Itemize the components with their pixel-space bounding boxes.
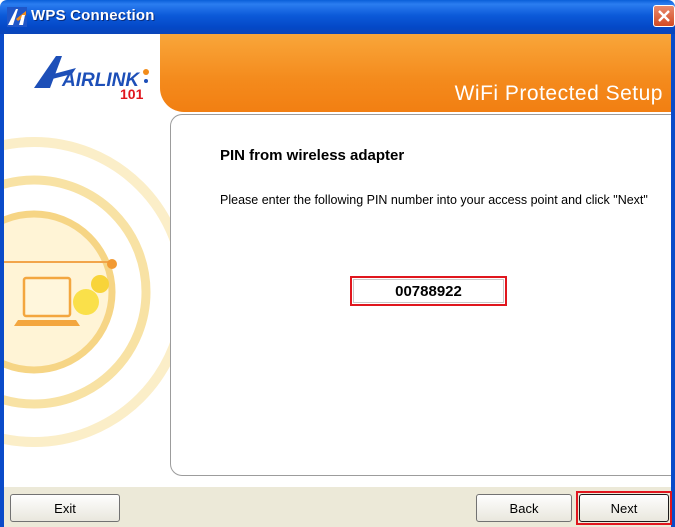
exit-button[interactable]: Exit: [10, 494, 120, 522]
pin-value: 00788922: [395, 283, 462, 300]
close-button[interactable]: [653, 5, 675, 27]
window-frame-right: [671, 34, 675, 527]
banner-title: WiFi Protected Setup: [454, 82, 663, 105]
instruction-text: Please enter the following PIN number in…: [220, 193, 648, 207]
airlink-logo-graphic: AIRLINK 101: [34, 56, 149, 102]
window-title: WPS Connection: [31, 7, 155, 24]
page-title: PIN from wireless adapter: [220, 147, 405, 164]
pin-display[interactable]: 00788922: [350, 276, 507, 306]
next-button[interactable]: Next: [579, 494, 669, 522]
brand-number: 101: [120, 86, 144, 102]
close-icon: [658, 10, 670, 22]
wifi-laptop-illustration: [4, 137, 174, 447]
airlink-app-icon: [7, 7, 27, 27]
back-button[interactable]: Back: [476, 494, 572, 522]
airlink-logo: AIRLINK 101: [32, 52, 162, 107]
decorative-graphic: [4, 112, 174, 487]
title-bar[interactable]: WPS Connection: [0, 0, 675, 34]
